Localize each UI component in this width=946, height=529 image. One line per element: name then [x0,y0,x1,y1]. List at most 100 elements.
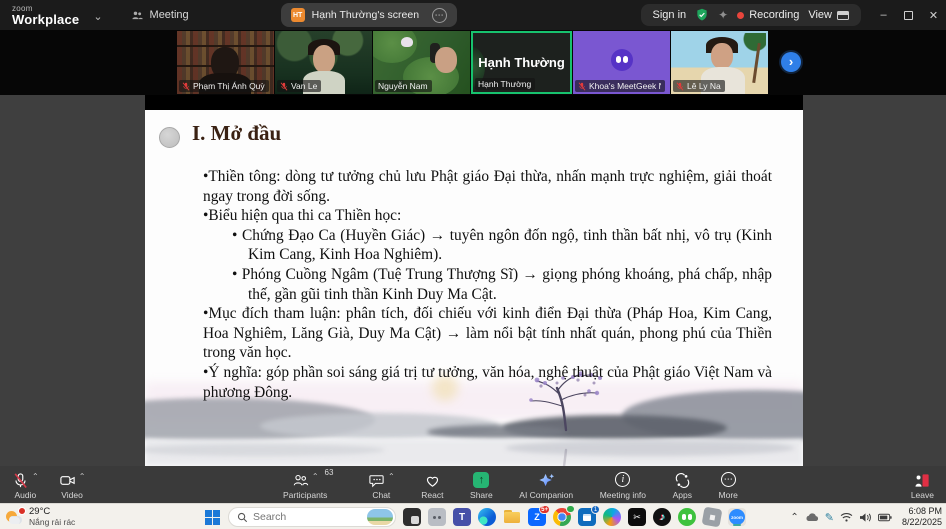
sun-cloud-weather-icon [6,509,24,525]
sign-in-button[interactable]: Sign in [653,9,687,21]
file-explorer-icon[interactable] [503,508,521,526]
more-button[interactable]: ⋯ More [719,466,738,503]
zoom-workplace-window: zoom Workplace ⌄ Meeting HT Hạnh Thường'… [0,0,946,529]
share-button[interactable]: ↑ Share [470,466,493,503]
search-input[interactable] [253,511,362,523]
widget-dot [438,516,441,519]
start-button[interactable] [203,508,221,526]
capcut-icon[interactable]: ✂ [628,508,646,526]
video-options-caret-icon[interactable]: ⌃ [79,472,86,481]
screen-tab-label: Hạnh Thường's screen [312,9,425,21]
onedrive-cloud-icon[interactable] [805,512,819,522]
participants-icon [292,472,309,489]
close-button[interactable]: ✕ [921,0,946,30]
muted-mic-icon [676,82,684,91]
tab-hanh-thuong-screen[interactable]: HT Hạnh Thường's screen ⋯ [281,3,457,27]
zoom-workplace-logo[interactable]: zoom Workplace [12,5,79,26]
react-label: React [421,490,443,500]
titlebar-status-group: Sign in ✦ Recording View [641,4,862,26]
ai-companion-titlebar-icon[interactable]: ✦ [718,8,728,22]
microsoft-edge-icon[interactable] [478,508,496,526]
zalo-icon[interactable]: Z5+ [528,508,546,526]
taskbar-search-box[interactable] [228,507,396,527]
wifi-icon[interactable] [840,512,853,522]
meeting-info-label: Meeting info [600,490,646,500]
meeting-info-button[interactable]: i Meeting info [600,466,646,503]
next-page-participants-button[interactable]: › [781,52,801,72]
taskbar-clock[interactable]: 6:08 PM 8/22/2025 [902,506,942,528]
ai-companion-sparkle-icon [538,472,555,489]
roblox-square [709,514,715,520]
participant-name: Nguyễn Nam [378,81,428,91]
muted-mic-icon [182,82,190,91]
google-chrome-icon[interactable] [553,508,571,526]
slide-title: I. Mở đầu [192,121,281,146]
participants-caret-icon[interactable]: ⌃ [312,472,319,481]
time-text: 6:08 PM [908,506,942,517]
participant-tiles: Phạm Thị Ánh Quỳnh Van Le [177,31,768,94]
windows-taskbar: 29°C Nắng rải rác T Z5+ 1 ✂ ♪ [0,503,946,529]
participant-tile-van-le[interactable]: Van Le [275,31,372,94]
bullet-paragraph-4: •Ý nghĩa: góp phần soi sáng giá trị tư t… [203,363,772,402]
tiktok-icon[interactable]: ♪ [653,508,671,526]
audio-options-caret-icon[interactable]: ⌃ [32,472,39,481]
participant-tile-pham-thi-anh-quynh[interactable]: Phạm Thị Ánh Quỳnh [177,31,274,94]
name-tag: Nguyễn Nam [375,80,432,92]
pen-device-icon[interactable]: ✎ [825,511,834,524]
lotus-flower [401,37,413,47]
apps-label: Apps [673,490,692,500]
video-camera-icon [59,472,76,489]
audio-button[interactable]: ⌃ Audio [12,466,39,503]
taskbar-center-icons: T Z5+ 1 ✂ ♪ zoom [203,504,746,529]
zoom-app-icon-active[interactable]: zoom [728,508,746,526]
apps-button[interactable]: Apps [673,466,692,503]
ai-companion-button[interactable]: AI Companion [519,466,573,503]
music-note-icon: ♪ [660,512,665,523]
widgets-button[interactable] [428,508,446,526]
share-label: Share [470,490,493,500]
ai-companion-label: AI Companion [519,490,573,500]
cloud-icon [9,516,22,524]
tab-options-icon[interactable]: ⋯ [432,8,447,23]
maximize-button[interactable] [896,0,921,30]
task-view-button[interactable] [403,508,421,526]
green-character-app-icon[interactable] [678,508,696,526]
person-silhouette [435,47,457,73]
date-text: 8/22/2025 [902,517,942,528]
microsoft-store-icon[interactable]: 1 [578,508,596,526]
weather-widget[interactable]: 29°C Nắng rải rác [6,505,75,529]
view-button[interactable]: View [808,9,849,21]
react-button[interactable]: React [421,466,443,503]
minimize-button[interactable]: – [871,0,896,30]
battery-icon[interactable] [878,513,892,522]
share-screen-icon: ↑ [473,472,489,488]
participant-tile-hanh-thuong-active-speaker[interactable]: Hạnh Thường Hạnh Thường [471,31,572,94]
tab-meeting[interactable]: Meeting [131,9,189,22]
copilot-icon[interactable] [603,508,621,526]
video-button[interactable]: ⌃ Video [59,466,86,503]
leave-button[interactable]: Leave [911,466,934,503]
chrome-notification-badge [566,505,575,513]
eye [688,514,692,520]
store-notification-badge: 1 [591,505,600,514]
chat-button[interactable]: ⌃ Chat [368,466,395,503]
folder-body [504,512,520,523]
workspace-dropdown-caret-icon[interactable]: ⌄ [93,10,102,23]
chevron-right-icon: › [789,54,793,69]
participant-tile-le-ly-na[interactable]: Lê Ly Na [671,31,768,94]
volume-icon[interactable] [859,512,872,523]
participant-tile-meetgeek-bot[interactable]: Khoa's MeetGeek Note... [573,31,670,94]
titlebar-right-controls: Sign in ✦ Recording View – ✕ [641,0,946,30]
roblox-icon[interactable] [702,507,723,528]
chat-caret-icon[interactable]: ⌃ [388,472,395,481]
chat-bubble-icon [368,472,385,489]
participant-tile-nguyen-nam[interactable]: Nguyễn Nam [373,31,470,94]
person-silhouette [313,45,335,73]
participants-button[interactable]: 63 ⌃ Participants [283,466,341,503]
meeting-toolbar: ⌃ Audio ⌃ Video 63 ⌃ Participants [0,466,946,503]
security-shield-icon[interactable] [695,8,709,22]
tray-chevron-up-icon[interactable]: ⌃ [790,512,798,523]
microsoft-teams-icon[interactable]: T [453,508,471,526]
search-highlight-landscape-thumbnail[interactable] [367,509,393,525]
recording-indicator[interactable]: Recording [737,9,799,21]
